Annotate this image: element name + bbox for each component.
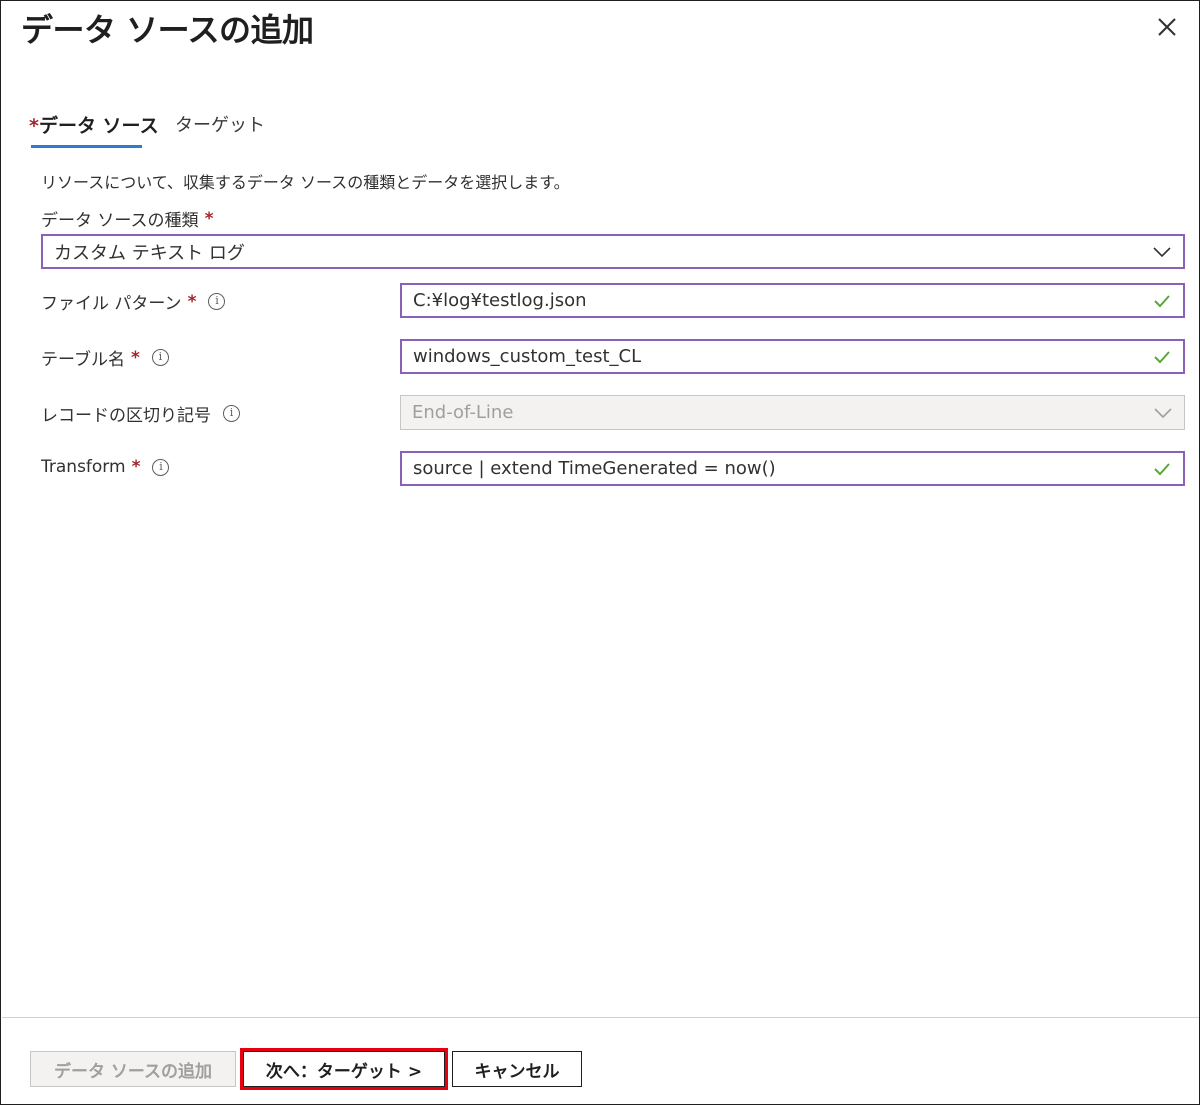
close-icon[interactable] [1153, 13, 1181, 41]
required-marker: * [131, 457, 141, 477]
required-marker: * [130, 347, 140, 368]
add-data-source-button: データ ソースの追加 [30, 1051, 236, 1087]
add-data-source-dialog: データ ソースの追加 *データ ソース ターゲット リソースについて、収集するデ… [0, 0, 1200, 1105]
record-delimiter-label: レコードの区切り記号 i [41, 401, 240, 426]
data-source-type-label: データ ソースの種類 * [41, 206, 214, 232]
tab-data-source[interactable]: *データ ソース [29, 111, 159, 138]
dropdown-value: カスタム テキスト ログ [54, 242, 245, 264]
data-source-type-dropdown[interactable]: カスタム テキスト ログ [41, 234, 1185, 269]
label-text: データ ソースの種類 [41, 211, 199, 231]
chevron-down-icon [1152, 404, 1174, 422]
required-marker: * [204, 208, 214, 229]
cancel-button[interactable]: キャンセル [452, 1051, 582, 1087]
dialog-title: データ ソースの追加 [21, 11, 314, 49]
file-pattern-input[interactable]: C:¥log¥testlog.json [400, 283, 1185, 318]
label-text: レコードの区切り記号 [41, 406, 211, 426]
checkmark-icon [1151, 460, 1173, 478]
table-name-input[interactable]: windows_custom_test_CL [400, 339, 1185, 374]
required-marker: * [187, 291, 197, 312]
label-text: ファイル パターン [41, 294, 182, 314]
active-tab-indicator [31, 145, 142, 148]
description-text: リソースについて、収集するデータ ソースの種類とデータを選択します。 [41, 173, 570, 192]
tab-label: データ ソース [38, 115, 159, 137]
label-text: テーブル名 [41, 350, 125, 370]
footer-divider [2, 1017, 1199, 1018]
file-pattern-label: ファイル パターン * i [41, 289, 226, 314]
input-value: source | extend TimeGenerated = now() [413, 458, 776, 479]
checkmark-icon [1151, 292, 1173, 310]
chevron-down-icon [1151, 243, 1173, 261]
next-target-button[interactable]: 次へ：ターゲット > [240, 1048, 448, 1090]
transform-label: Transform * i [41, 457, 170, 477]
table-name-label: テーブル名 * i [41, 345, 169, 370]
label-text: Transform [41, 457, 126, 477]
info-icon[interactable]: i [152, 458, 170, 476]
required-marker: * [29, 115, 39, 137]
info-icon[interactable]: i [208, 293, 226, 310]
transform-input[interactable]: source | extend TimeGenerated = now() [400, 451, 1185, 486]
info-icon[interactable]: i [151, 349, 169, 366]
dropdown-value: End-of-Line [412, 402, 514, 423]
input-value: windows_custom_test_CL [413, 346, 642, 367]
tab-target[interactable]: ターゲット [175, 111, 265, 137]
info-icon[interactable]: i [223, 405, 240, 422]
record-delimiter-dropdown: End-of-Line [400, 395, 1185, 430]
input-value: C:¥log¥testlog.json [413, 290, 587, 311]
checkmark-icon [1151, 348, 1173, 366]
